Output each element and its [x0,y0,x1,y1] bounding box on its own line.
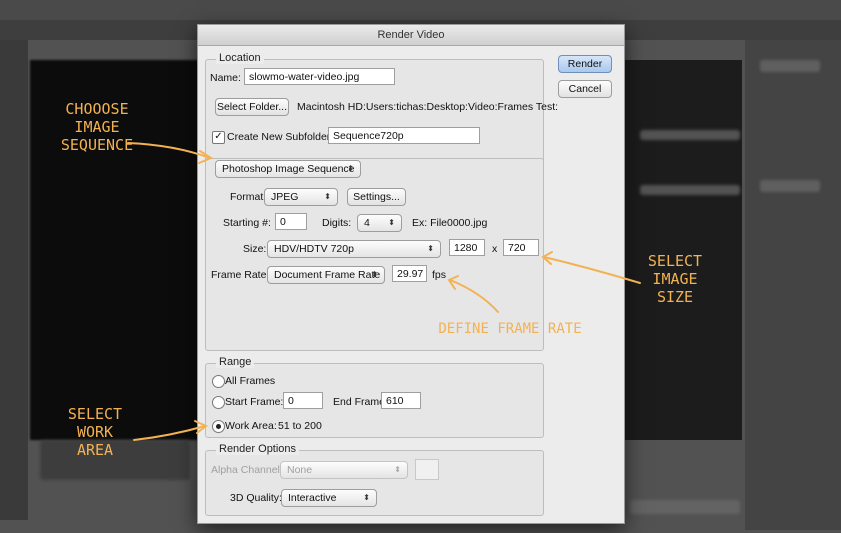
arrow-to-fps [449,279,499,313]
arrow-to-image-sequence [127,142,211,159]
annotation-arrows [127,142,641,441]
arrow-to-work-area [133,425,206,441]
arrow-to-size [543,256,641,284]
